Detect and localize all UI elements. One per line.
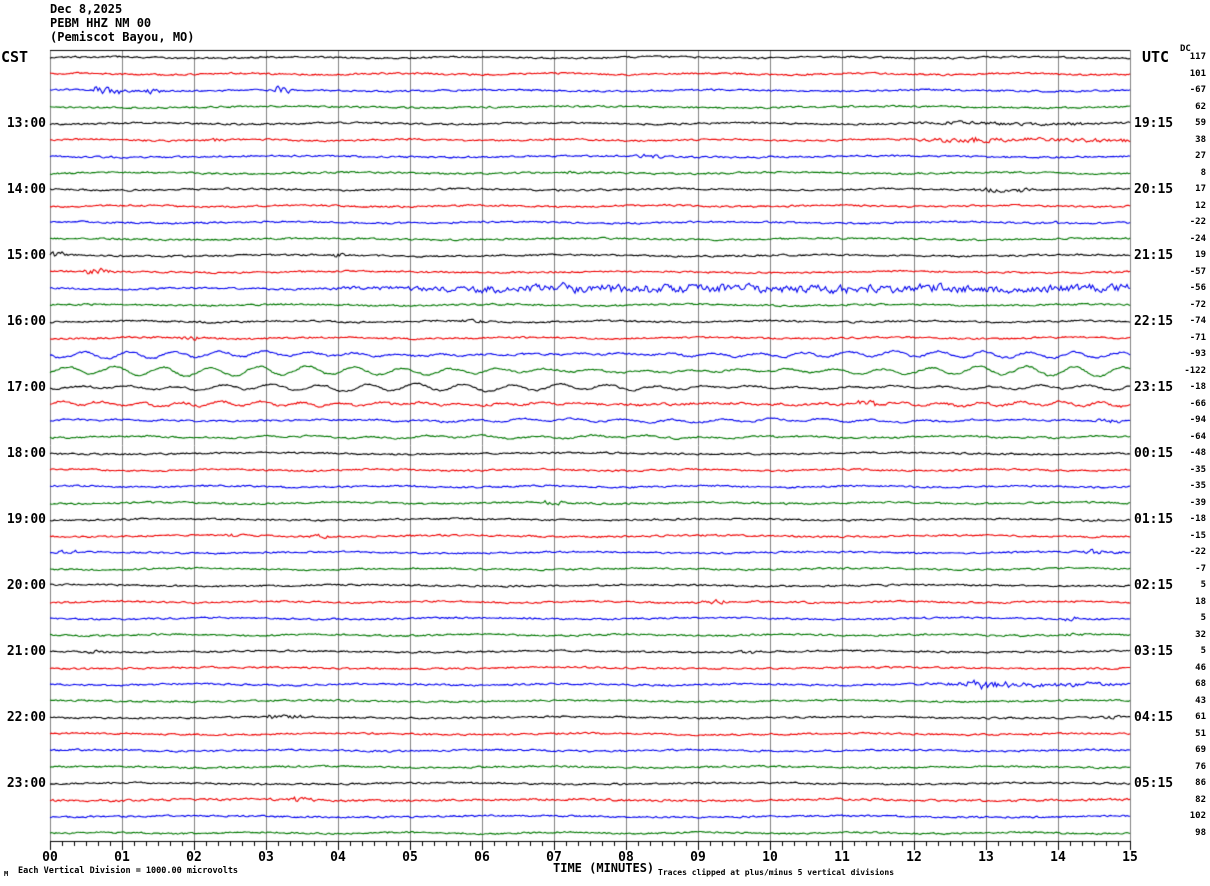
dc-value: 76 xyxy=(1195,761,1206,772)
hour-label-left: 13:00 xyxy=(6,116,46,131)
dc-value: 98 xyxy=(1195,827,1206,838)
hour-label-left: 16:00 xyxy=(6,314,46,329)
dc-value: -122 xyxy=(1184,365,1206,376)
dc-value: 69 xyxy=(1195,745,1206,755)
helicorder-page: Dec 8,2025 PEBM HHZ NM 00 (Pemiscot Bayo… xyxy=(0,0,1210,886)
dc-value: 82 xyxy=(1195,794,1206,805)
dc-value: -56 xyxy=(1189,283,1206,293)
dc-value: -57 xyxy=(1189,266,1206,277)
dc-value: -35 xyxy=(1189,464,1206,475)
dc-value: 38 xyxy=(1195,134,1206,145)
header-location: (Pemiscot Bayou, MO) xyxy=(50,30,195,44)
x-tick-label: 00 xyxy=(42,850,58,865)
dc-value: -18 xyxy=(1189,514,1206,524)
x-tick-label: 12 xyxy=(906,850,922,865)
dc-value: 43 xyxy=(1195,695,1206,706)
header-station: PEBM HHZ NM 00 xyxy=(50,16,152,30)
dc-value: -22 xyxy=(1189,217,1206,227)
x-tick-label: 15 xyxy=(1122,850,1138,865)
seismogram-canvas xyxy=(0,0,1210,886)
x-tick-label: 06 xyxy=(474,850,490,865)
hour-label-left: 14:00 xyxy=(6,182,46,197)
x-tick-label: 09 xyxy=(690,850,706,865)
dc-value: 51 xyxy=(1195,728,1206,739)
footer-logo-mark: M xyxy=(4,870,9,878)
dc-value: 117 xyxy=(1189,52,1206,62)
hour-label-left: 17:00 xyxy=(6,380,46,395)
dc-value: -22 xyxy=(1189,547,1206,557)
dc-value: 27 xyxy=(1195,151,1206,161)
dc-value: 68 xyxy=(1195,679,1206,689)
dc-value: -35 xyxy=(1189,481,1206,491)
dc-value: 61 xyxy=(1195,712,1206,722)
dc-value: -66 xyxy=(1189,398,1206,409)
hour-label-left: 19:00 xyxy=(6,512,46,527)
dc-value: 5 xyxy=(1200,580,1206,590)
footer-clip-note: Traces clipped at plus/minus 5 vertical … xyxy=(658,868,895,877)
dc-value: -74 xyxy=(1189,316,1206,326)
dc-value: -72 xyxy=(1189,299,1206,310)
x-tick-label: 14 xyxy=(1050,850,1066,865)
hour-label-left: 18:00 xyxy=(6,446,46,461)
dc-value: -24 xyxy=(1189,233,1206,244)
footer-scale-note: Each Vertical Division = 1000.00 microvo… xyxy=(18,866,239,876)
dc-value: 32 xyxy=(1195,629,1206,640)
hour-label-left: 21:00 xyxy=(6,644,46,659)
dc-value: 5 xyxy=(1200,646,1206,656)
x-tick-label: 03 xyxy=(258,850,274,865)
dc-value: -7 xyxy=(1195,563,1206,574)
dc-value: -71 xyxy=(1189,332,1206,343)
dc-value: 46 xyxy=(1195,662,1206,673)
dc-value: -64 xyxy=(1189,431,1206,442)
dc-value: -39 xyxy=(1189,497,1206,508)
dc-value: -18 xyxy=(1189,382,1206,392)
dc-value: -15 xyxy=(1189,530,1206,541)
dc-value: 17 xyxy=(1195,184,1206,194)
dc-value: 102 xyxy=(1189,811,1206,821)
dc-value: -67 xyxy=(1189,85,1206,95)
header-date: Dec 8,2025 xyxy=(50,2,123,16)
dc-value: 8 xyxy=(1200,167,1206,178)
x-tick-label: 11 xyxy=(834,850,850,865)
x-tick-label: 13 xyxy=(978,850,994,865)
x-tick-label: 05 xyxy=(402,850,418,865)
x-tick-label: 02 xyxy=(186,850,202,865)
hour-label-left: 23:00 xyxy=(6,776,46,791)
dc-value: -93 xyxy=(1189,349,1206,359)
dc-value: 5 xyxy=(1200,613,1206,623)
x-tick-label: 10 xyxy=(762,850,778,865)
dc-value: 101 xyxy=(1189,68,1206,79)
x-tick-label: 01 xyxy=(114,850,130,865)
dc-value: 86 xyxy=(1195,778,1206,788)
dc-value: 62 xyxy=(1195,101,1206,112)
x-axis-title: TIME (MINUTES) xyxy=(553,861,655,875)
hour-label-left: 20:00 xyxy=(6,578,46,593)
dc-value: 59 xyxy=(1195,118,1206,128)
hour-label-left: 15:00 xyxy=(6,248,46,263)
hour-label-left: 22:00 xyxy=(6,710,46,725)
dc-value: 12 xyxy=(1195,200,1206,211)
dc-value: -48 xyxy=(1189,448,1206,458)
x-tick-label: 04 xyxy=(330,850,346,865)
left-timezone-label: CST xyxy=(1,48,29,66)
dc-value: 18 xyxy=(1195,596,1206,607)
dc-value: -94 xyxy=(1189,415,1206,425)
dc-value: 19 xyxy=(1195,250,1206,260)
